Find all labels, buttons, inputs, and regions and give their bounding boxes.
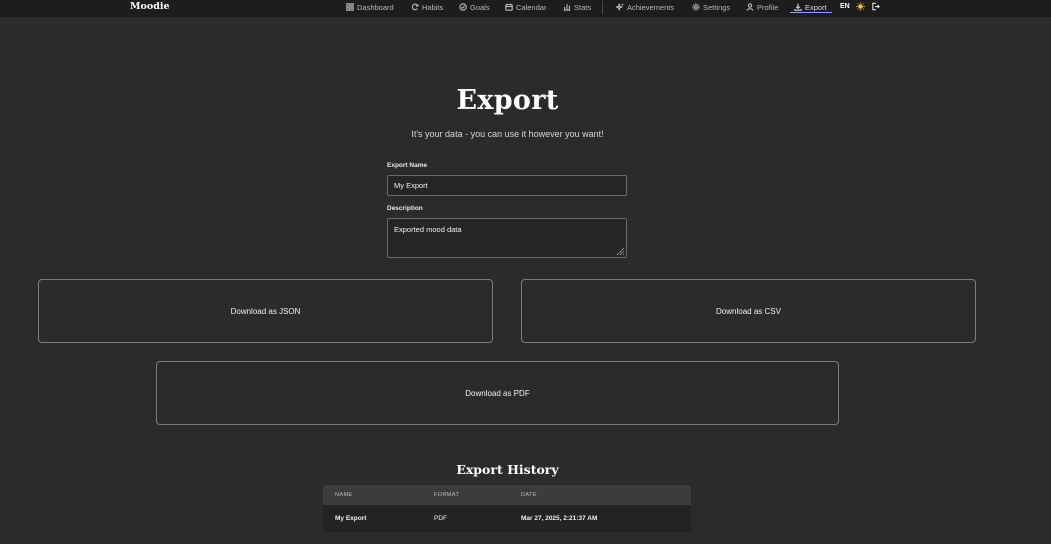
- download-csv-button[interactable]: Download as CSV: [521, 279, 976, 343]
- row-format: PDF: [434, 515, 447, 522]
- nav-item-calendar[interactable]: Calendar: [505, 0, 546, 14]
- export-history-table: NAME FORMAT DATE My Export PDF Mar 27, 2…: [323, 485, 691, 532]
- user-icon: [746, 3, 754, 11]
- nav-item-label: Profile: [757, 2, 779, 12]
- nav-item-stats[interactable]: Stats: [563, 0, 591, 14]
- sun-icon[interactable]: [856, 2, 865, 11]
- check-circle-icon: [459, 3, 467, 11]
- export-history-title: Export History: [456, 462, 559, 477]
- nav-divider: [602, 1, 603, 14]
- export-name-label: Export Name: [387, 162, 428, 169]
- table-row[interactable]: My Export PDF Mar 27, 2025, 2:21:37 AM: [323, 505, 691, 532]
- download-json-button[interactable]: Download as JSON: [38, 279, 493, 343]
- nav-item-label: Dashboard: [357, 2, 394, 12]
- column-header-format: FORMAT: [434, 492, 460, 498]
- nav-item-profile[interactable]: Profile: [746, 0, 778, 14]
- nav-item-label: Export: [805, 2, 827, 12]
- sparkles-icon: [616, 3, 624, 11]
- column-header-name: NAME: [335, 492, 353, 498]
- nav-item-label: Settings: [703, 2, 731, 12]
- nav-item-label: Goals: [470, 2, 490, 12]
- nav-item-achievements[interactable]: Achievements: [616, 0, 674, 14]
- page-title: Export: [456, 85, 559, 116]
- nav-item-settings[interactable]: Settings: [692, 0, 730, 14]
- download-icon: [794, 3, 802, 11]
- bar-chart-icon: [563, 4, 571, 11]
- nav-item-label: Habits: [422, 2, 444, 12]
- calendar-icon: [505, 3, 513, 11]
- refresh-icon: [411, 3, 419, 11]
- nav-item-habits[interactable]: Habits: [411, 0, 443, 14]
- logout-icon[interactable]: [871, 2, 880, 11]
- active-tab-indicator: [790, 12, 832, 13]
- download-pdf-button[interactable]: Download as PDF: [156, 361, 839, 425]
- nav-item-label: Achievements: [627, 2, 675, 12]
- resize-handle-icon[interactable]: [615, 246, 625, 256]
- page-subtitle: It's your data - you can use it however …: [411, 129, 604, 139]
- column-header-date: DATE: [521, 492, 537, 498]
- gear-icon: [692, 3, 700, 11]
- top-navbar: Moodie Dashboard Habits Goals Calendar S…: [0, 0, 1051, 17]
- nav-item-label: Calendar: [516, 2, 547, 12]
- description-textarea[interactable]: Exported mood data: [387, 218, 627, 258]
- nav-item-goals[interactable]: Goals: [459, 0, 490, 14]
- language-toggle[interactable]: EN: [840, 0, 850, 13]
- nav-item-dashboard[interactable]: Dashboard: [346, 0, 394, 14]
- description-value: Exported mood data: [394, 225, 462, 234]
- main-nav: Dashboard Habits Goals Calendar Stats Ac…: [0, 0, 1051, 14]
- row-name: My Export: [335, 515, 367, 522]
- row-date: Mar 27, 2025, 2:21:37 AM: [521, 515, 598, 522]
- description-label: Description: [387, 205, 423, 212]
- export-name-input[interactable]: My Export: [387, 175, 627, 196]
- nav-item-label: Stats: [574, 2, 592, 12]
- table-header: NAME FORMAT DATE: [323, 485, 691, 505]
- dashboard-icon: [346, 3, 354, 11]
